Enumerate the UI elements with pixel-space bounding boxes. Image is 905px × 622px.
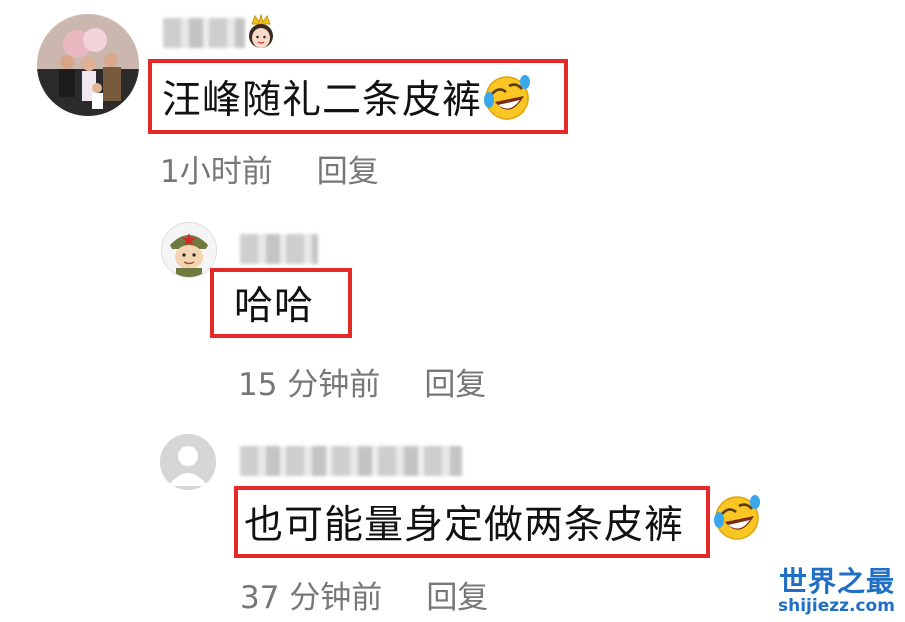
- comment-time: 37 分钟前: [240, 580, 383, 616]
- comment-time: 1小时前: [160, 154, 273, 190]
- comment-text: 汪峰随礼二条皮裤: [162, 77, 483, 123]
- reply-button[interactable]: 回复: [317, 154, 379, 190]
- comment-text-box-3: 也可能量身定做两条皮裤: [234, 486, 710, 558]
- comment-meta-3: 37 分钟前 回复: [240, 572, 488, 617]
- watermark-title: 世界之最: [779, 565, 896, 598]
- reply-button[interactable]: 回复: [426, 580, 488, 616]
- blurred-username[interactable]: [240, 234, 318, 264]
- laugh-cry-emoji: [482, 72, 532, 122]
- comment-text-box-1: 汪峰随礼二条皮裤: [148, 59, 568, 134]
- comment-meta-1: 1小时前 回复: [160, 146, 379, 191]
- crown-princess-emoji: [244, 13, 278, 58]
- blurred-username[interactable]: [163, 18, 245, 48]
- user-avatar-photo[interactable]: [37, 14, 139, 116]
- comment-time: 15 分钟前: [238, 367, 381, 403]
- reply-button[interactable]: 回复: [424, 367, 486, 403]
- comment-text: 哈哈: [234, 284, 315, 329]
- user-avatar-cartoon-soldier[interactable]: [161, 222, 217, 278]
- watermark-url: shijiezz.com: [778, 596, 895, 616]
- blurred-username[interactable]: [240, 446, 462, 476]
- laugh-cry-emoji: [712, 492, 762, 546]
- default-avatar-icon[interactable]: [160, 434, 216, 490]
- comment-text: 也可能量身定做两条皮裤: [244, 503, 685, 548]
- comment-text-box-2: 哈哈: [210, 268, 352, 338]
- comment-meta-2: 15 分钟前 回复: [238, 359, 486, 404]
